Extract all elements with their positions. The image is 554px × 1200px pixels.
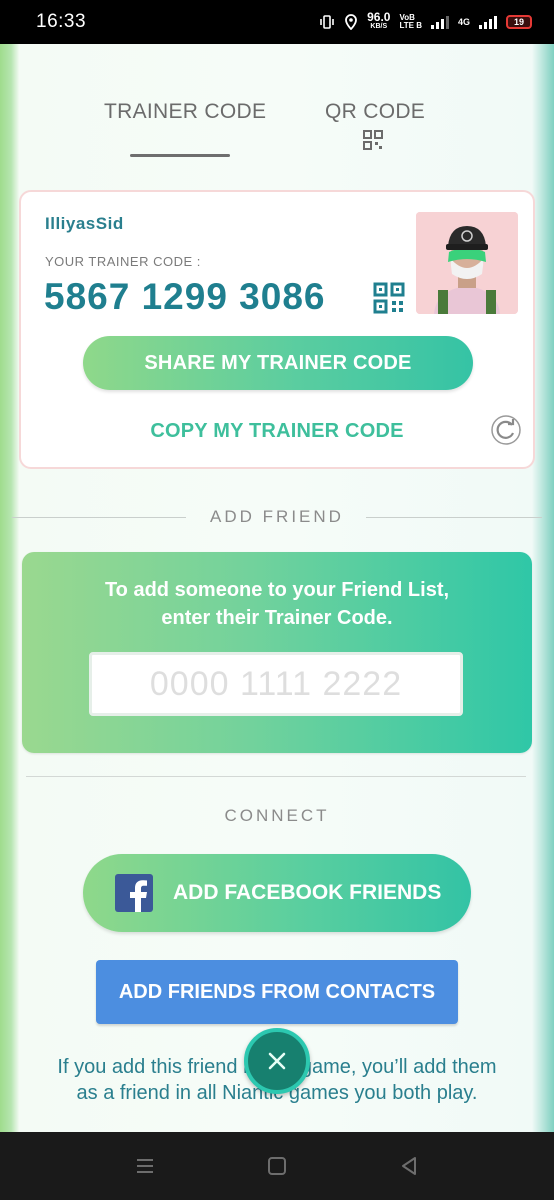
battery-level: 19 (513, 17, 524, 27)
active-tab-indicator (130, 154, 230, 157)
connect-divider: CONNECT (12, 806, 542, 826)
signal-icon-sim1 (430, 15, 449, 29)
trainer-name: IlliyasSid (45, 214, 124, 233)
friend-screen: TRAINER CODE QR CODE IlliyasSid YOUR TRA… (0, 44, 554, 1132)
share-trainer-code-button[interactable]: SHARE MY TRAINER CODE (83, 336, 473, 390)
facebook-icon (115, 874, 153, 912)
tab-qr-code[interactable]: QR CODE (325, 100, 425, 124)
qr-code-icon[interactable] (373, 282, 405, 314)
facebook-button-label: ADD FACEBOOK FRIENDS (173, 881, 442, 904)
connect-title: CONNECT (224, 806, 330, 825)
divider-line-right (366, 517, 542, 518)
add-friend-divider: ADD FRIEND (12, 507, 542, 527)
home-icon[interactable] (263, 1152, 291, 1180)
add-facebook-friends-button[interactable]: ADD FACEBOOK FRIENDS (83, 854, 471, 932)
trainer-avatar[interactable] (416, 212, 518, 314)
add-friend-instructions: To add someone to your Friend List, ente… (104, 579, 450, 629)
tab-bar: TRAINER CODE QR CODE (0, 100, 554, 170)
location-icon (345, 14, 358, 30)
signal-icon-sim2 (479, 15, 497, 29)
avatar-illustration (416, 212, 518, 314)
battery-icon: 19 (506, 15, 532, 29)
close-icon (268, 1052, 286, 1070)
volte-indicator: VoB LTE B (399, 14, 422, 30)
add-friends-from-contacts-button[interactable]: ADD FRIENDS FROM CONTACTS (96, 960, 458, 1024)
trainer-code-value: 5867 1299 3086 (44, 276, 326, 317)
net-speed-unit: KB/S (370, 23, 388, 30)
close-button[interactable] (244, 1028, 310, 1094)
tab-trainer-code[interactable]: TRAINER CODE (104, 100, 266, 124)
trainer-code-card: IlliyasSid YOUR TRAINER CODE : 5867 1299… (19, 190, 535, 469)
trainer-code-label: YOUR TRAINER CODE : (45, 254, 201, 269)
network-type: 4G (457, 17, 470, 27)
status-icons: 96.0 KB/S VoB LTE B 4G 19 (319, 10, 532, 32)
refresh-icon[interactable] (490, 414, 522, 446)
copy-trainer-code-link[interactable]: COPY MY TRAINER CODE (21, 420, 533, 443)
vibrate-icon (320, 15, 334, 29)
net-speed: 96.0 KB/S (367, 10, 391, 32)
qr-code-icon[interactable] (363, 130, 383, 150)
net-speed-value: 96.0 (367, 10, 391, 24)
back-icon[interactable] (395, 1152, 423, 1180)
status-bar: 16:33 96.0 KB/S VoB LTE B 4G 19 (0, 0, 554, 44)
trainer-code-input[interactable] (89, 652, 463, 716)
recents-icon[interactable] (131, 1152, 159, 1180)
add-friend-card: To add someone to your Friend List, ente… (22, 552, 532, 753)
system-nav-bar (0, 1132, 554, 1200)
section-divider-line (26, 776, 526, 777)
status-time: 16:33 (36, 11, 87, 32)
volte-bottom: LTE B (399, 21, 422, 30)
